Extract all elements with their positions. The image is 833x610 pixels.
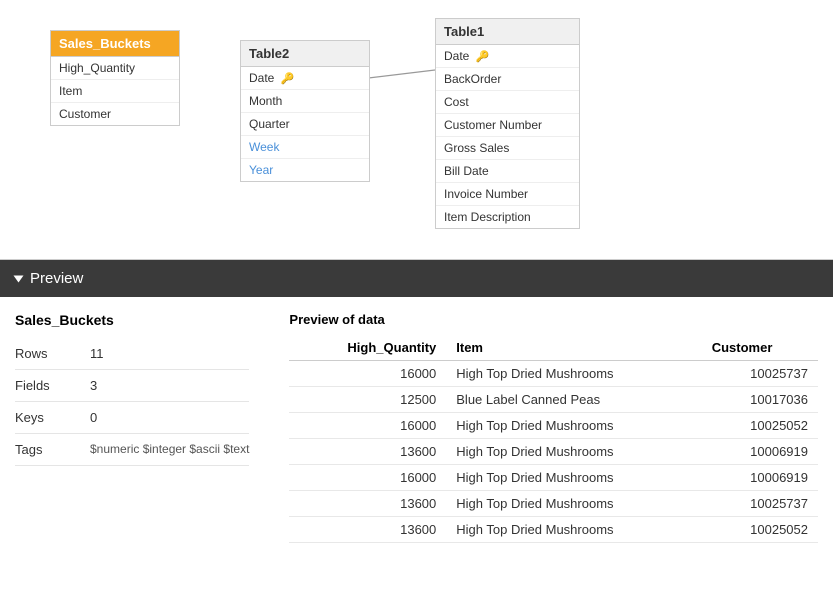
field-high-quantity: High_Quantity [51, 57, 179, 80]
table-row: 16000 High Top Dried Mushrooms 10006919 [289, 465, 818, 491]
data-preview: Preview of data High_Quantity Item Custo… [289, 312, 818, 543]
meta-value-rows: 11 [90, 346, 104, 361]
cell-high-quantity: 16000 [289, 413, 446, 439]
cell-high-quantity: 16000 [289, 465, 446, 491]
collapse-icon[interactable] [14, 275, 24, 282]
meta-label-keys: Keys [15, 410, 70, 425]
cell-item: High Top Dried Mushrooms [446, 413, 701, 439]
cell-high-quantity: 13600 [289, 491, 446, 517]
field-item: Item [51, 80, 179, 103]
preview-body: Sales_Buckets Rows 11 Fields 3 Keys 0 Ta… [0, 297, 833, 558]
metadata-section: Sales_Buckets Rows 11 Fields 3 Keys 0 Ta… [15, 312, 249, 543]
meta-label-tags: Tags [15, 442, 70, 457]
meta-label-rows: Rows [15, 346, 70, 361]
table-row: 13600 High Top Dried Mushrooms 10006919 [289, 439, 818, 465]
cell-item: High Top Dried Mushrooms [446, 439, 701, 465]
table2-table: Table2 Date 🔑 Month Quarter Week Year [240, 40, 370, 182]
table-row: 13600 High Top Dried Mushrooms 10025737 [289, 491, 818, 517]
meta-value-tags: $numeric $integer $ascii $text [90, 442, 249, 457]
cell-high-quantity: 16000 [289, 361, 446, 387]
cell-item: High Top Dried Mushrooms [446, 517, 701, 543]
cell-item: High Top Dried Mushrooms [446, 491, 701, 517]
cell-high-quantity: 13600 [289, 517, 446, 543]
sales-buckets-table: Sales_Buckets High_Quantity Item Custome… [50, 30, 180, 126]
meta-row-tags: Tags $numeric $integer $ascii $text [15, 434, 249, 466]
data-table: High_Quantity Item Customer 16000 High T… [289, 335, 818, 543]
field-quarter: Quarter [241, 113, 369, 136]
field-gross-sales: Gross Sales [436, 137, 579, 160]
cell-customer: 10025737 [702, 361, 818, 387]
field-year: Year [241, 159, 369, 181]
meta-row-fields: Fields 3 [15, 370, 249, 402]
meta-title: Sales_Buckets [15, 312, 249, 328]
meta-row-rows: Rows 11 [15, 338, 249, 370]
cell-item: Blue Label Canned Peas [446, 387, 701, 413]
table2-header: Table2 [241, 41, 369, 67]
field-date-t1: Date 🔑 [436, 45, 579, 68]
field-bill-date: Bill Date [436, 160, 579, 183]
data-preview-title: Preview of data [289, 312, 818, 327]
key-icon-t1: 🔑 [476, 51, 490, 63]
col-header-high-quantity: High_Quantity [289, 335, 446, 361]
field-invoice-number: Invoice Number [436, 183, 579, 206]
cell-customer: 10025052 [702, 413, 818, 439]
diagram-area: Sales_Buckets High_Quantity Item Custome… [0, 0, 833, 260]
preview-header: Preview [0, 260, 833, 297]
field-customer: Customer [51, 103, 179, 125]
field-date-t2: Date 🔑 [241, 67, 369, 90]
sales-buckets-header: Sales_Buckets [51, 31, 179, 57]
field-cost: Cost [436, 91, 579, 114]
meta-value-keys: 0 [90, 410, 97, 425]
cell-high-quantity: 12500 [289, 387, 446, 413]
table1-table: Table1 Date 🔑 BackOrder Cost Customer Nu… [435, 18, 580, 229]
col-header-customer: Customer [702, 335, 818, 361]
field-item-description: Item Description [436, 206, 579, 228]
cell-customer: 10017036 [702, 387, 818, 413]
field-customer-number: Customer Number [436, 114, 579, 137]
meta-label-fields: Fields [15, 378, 70, 393]
table-header-row: High_Quantity Item Customer [289, 335, 818, 361]
table-row: 16000 High Top Dried Mushrooms 10025737 [289, 361, 818, 387]
field-backorder: BackOrder [436, 68, 579, 91]
cell-customer: 10025737 [702, 491, 818, 517]
cell-item: High Top Dried Mushrooms [446, 465, 701, 491]
meta-row-keys: Keys 0 [15, 402, 249, 434]
table-row: 12500 Blue Label Canned Peas 10017036 [289, 387, 818, 413]
cell-customer: 10025052 [702, 517, 818, 543]
table-row: 13600 High Top Dried Mushrooms 10025052 [289, 517, 818, 543]
col-header-item: Item [446, 335, 701, 361]
table-row: 16000 High Top Dried Mushrooms 10025052 [289, 413, 818, 439]
cell-high-quantity: 13600 [289, 439, 446, 465]
table1-header: Table1 [436, 19, 579, 45]
cell-customer: 10006919 [702, 439, 818, 465]
cell-customer: 10006919 [702, 465, 818, 491]
preview-title: Preview [30, 270, 83, 287]
field-month: Month [241, 90, 369, 113]
key-icon-t2: 🔑 [281, 73, 295, 85]
cell-item: High Top Dried Mushrooms [446, 361, 701, 387]
field-week: Week [241, 136, 369, 159]
meta-value-fields: 3 [90, 378, 97, 393]
